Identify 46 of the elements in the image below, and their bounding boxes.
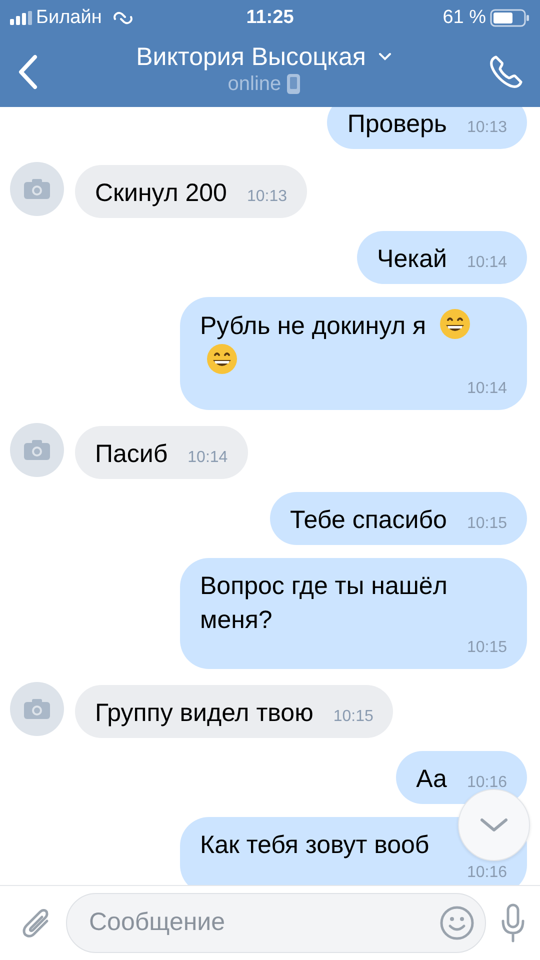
message-text: Тебе спасибо (290, 505, 447, 536)
back-icon (16, 54, 40, 90)
battery-percent: 61 % (442, 6, 486, 30)
message-time: 10:14 (466, 253, 507, 273)
back-button[interactable] (16, 54, 40, 90)
message-text: Вопрос где ты нашёл меня? (200, 571, 448, 636)
camera-icon (24, 699, 50, 719)
message-text: Как тебя зовут вооб (200, 830, 430, 861)
contact-name[interactable]: Виктория Высоцкая (136, 42, 366, 72)
battery-icon (490, 9, 530, 27)
online-status: online (228, 72, 282, 96)
chevron-down-icon (479, 817, 509, 833)
message-text: Скинул 200 (95, 178, 227, 209)
message-time: 10:16 (466, 863, 507, 883)
message-time: 10:15 (333, 707, 374, 727)
message-text: Аа (416, 764, 447, 795)
message-time: 10:14 (466, 379, 507, 399)
message-text: Рубль не докинул я (200, 308, 487, 378)
emoji-icon (206, 343, 238, 375)
message-time: 10:13 (466, 118, 507, 138)
message-time: 10:15 (466, 514, 507, 534)
mobile-icon (287, 74, 300, 94)
microphone-button[interactable] (500, 903, 526, 943)
message-text: Чекай (377, 244, 447, 275)
camera-icon (24, 440, 50, 460)
message-text: Пасиб (95, 439, 168, 470)
message-field[interactable]: Сообщение (66, 893, 486, 953)
message-text: Проверь (347, 109, 447, 140)
smiley-icon (439, 905, 475, 941)
carrier-name: Билайн (36, 6, 102, 30)
emoji-button[interactable] (439, 905, 475, 941)
phone-icon (488, 54, 524, 90)
message-time: 10:15 (466, 638, 507, 658)
message-time: 10:13 (246, 187, 288, 207)
message-text: Группу видел твою (95, 698, 314, 729)
message-time: 10:14 (188, 448, 228, 468)
status-time: 11:25 (246, 6, 294, 28)
call-button[interactable] (488, 54, 524, 90)
message-input-field[interactable]: Сообщение (87, 903, 439, 943)
signal-icon (10, 11, 32, 25)
caret-icon (378, 52, 392, 62)
emoji-icon (439, 308, 472, 340)
camera-icon (24, 179, 50, 199)
link-icon (112, 10, 134, 26)
message-time: 10:16 (466, 773, 507, 793)
microphone-icon (500, 903, 526, 943)
